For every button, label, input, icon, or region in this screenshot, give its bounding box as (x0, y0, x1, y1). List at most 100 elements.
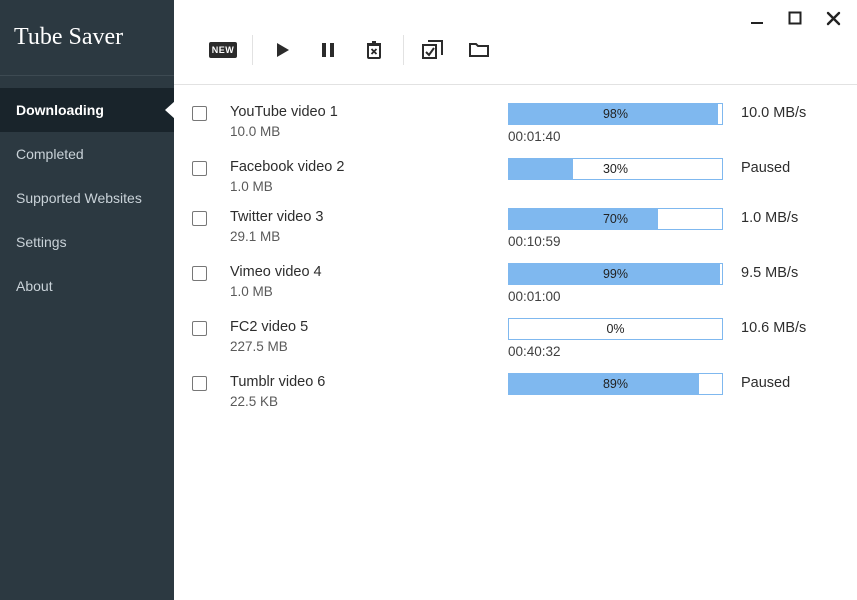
delete-button[interactable] (351, 32, 397, 68)
progress-bar: 70% (508, 208, 723, 230)
progress-bar: 99% (508, 263, 723, 285)
minimize-icon (750, 11, 764, 25)
window-controls (747, 8, 843, 28)
download-row: YouTube video 1 10.0 MB 98% 00:01:40 10.… (192, 103, 841, 144)
row-progress-cell: 0% 00:40:32 (508, 318, 733, 359)
row-checkbox-cell (192, 263, 222, 286)
download-row: Vimeo video 4 1.0 MB 99% 00:01:00 9.5 MB… (192, 263, 841, 304)
row-size: 227.5 MB (230, 339, 500, 354)
sidebar-item-completed[interactable]: Completed (0, 132, 174, 176)
row-progress-cell: 98% 00:01:40 (508, 103, 733, 144)
row-checkbox-cell (192, 318, 222, 341)
row-info: FC2 video 5 227.5 MB (230, 318, 500, 354)
maximize-button[interactable] (785, 8, 805, 28)
row-title: YouTube video 1 (230, 103, 500, 122)
row-info: Vimeo video 4 1.0 MB (230, 263, 500, 299)
row-title: FC2 video 5 (230, 318, 500, 337)
close-button[interactable] (823, 8, 843, 28)
row-status: 9.5 MB/s (741, 263, 841, 281)
app-root: Tube Saver Downloading Completed Support… (0, 0, 857, 600)
row-progress-cell: 30% (508, 158, 733, 180)
sidebar-nav: Downloading Completed Supported Websites… (0, 76, 174, 308)
progress-percent: 70% (509, 209, 722, 229)
sidebar-item-about[interactable]: About (0, 264, 174, 308)
download-row: Tumblr video 6 22.5 KB 89% Paused (192, 373, 841, 409)
minimize-button[interactable] (747, 8, 767, 28)
app-title: Tube Saver (0, 0, 174, 75)
download-row: FC2 video 5 227.5 MB 0% 00:40:32 10.6 MB… (192, 318, 841, 359)
row-progress-cell: 70% 00:10:59 (508, 208, 733, 249)
close-icon (826, 11, 841, 26)
progress-percent: 99% (509, 264, 722, 284)
progress-percent: 0% (509, 319, 722, 339)
new-badge-icon: NEW (209, 42, 238, 58)
row-eta: 00:10:59 (508, 234, 733, 249)
row-checkbox-cell (192, 103, 222, 126)
row-status: 10.0 MB/s (741, 103, 841, 121)
row-title: Twitter video 3 (230, 208, 500, 227)
maximize-icon (788, 11, 802, 25)
download-row: Twitter video 3 29.1 MB 70% 00:10:59 1.0… (192, 208, 841, 249)
main-area: NEW (174, 0, 857, 600)
sidebar: Tube Saver Downloading Completed Support… (0, 0, 174, 600)
row-size: 1.0 MB (230, 179, 500, 194)
sidebar-item-label: Completed (16, 146, 84, 162)
row-eta: 00:40:32 (508, 344, 733, 359)
downloads-list: YouTube video 1 10.0 MB 98% 00:01:40 10.… (174, 85, 857, 409)
progress-percent: 30% (509, 159, 722, 179)
row-checkbox-cell (192, 373, 222, 396)
progress-percent: 98% (509, 104, 722, 124)
progress-percent: 89% (509, 374, 722, 394)
folder-open-icon (468, 41, 490, 59)
row-checkbox[interactable] (192, 106, 207, 121)
row-progress-cell: 89% (508, 373, 733, 395)
pause-icon (319, 41, 337, 59)
sidebar-item-label: Supported Websites (16, 190, 142, 206)
row-status: Paused (741, 373, 841, 391)
progress-bar: 30% (508, 158, 723, 180)
row-size: 29.1 MB (230, 229, 500, 244)
row-checkbox-cell (192, 208, 222, 231)
pause-button[interactable] (305, 32, 351, 68)
row-info: Tumblr video 6 22.5 KB (230, 373, 500, 409)
sidebar-item-label: Downloading (16, 102, 104, 118)
check-multiple-icon (422, 40, 444, 60)
toolbar-separator (252, 35, 253, 65)
row-checkbox[interactable] (192, 321, 207, 336)
progress-bar: 98% (508, 103, 723, 125)
download-row: Facebook video 2 1.0 MB 30% Paused (192, 158, 841, 194)
row-eta: 00:01:40 (508, 129, 733, 144)
row-title: Vimeo video 4 (230, 263, 500, 282)
sidebar-item-settings[interactable]: Settings (0, 220, 174, 264)
row-status: 1.0 MB/s (741, 208, 841, 226)
row-status: 10.6 MB/s (741, 318, 841, 336)
play-icon (272, 40, 292, 60)
row-checkbox[interactable] (192, 161, 207, 176)
row-size: 10.0 MB (230, 124, 500, 139)
open-folder-button[interactable] (456, 32, 502, 68)
sidebar-item-downloading[interactable]: Downloading (0, 88, 174, 132)
row-size: 22.5 KB (230, 394, 500, 409)
sidebar-item-label: Settings (16, 234, 67, 250)
delete-icon (364, 40, 384, 60)
row-info: Twitter video 3 29.1 MB (230, 208, 500, 244)
select-all-button[interactable] (410, 32, 456, 68)
row-checkbox[interactable] (192, 211, 207, 226)
row-checkbox[interactable] (192, 376, 207, 391)
row-size: 1.0 MB (230, 284, 500, 299)
progress-bar: 0% (508, 318, 723, 340)
progress-bar: 89% (508, 373, 723, 395)
start-button[interactable] (259, 32, 305, 68)
row-title: Facebook video 2 (230, 158, 500, 177)
row-eta: 00:01:00 (508, 289, 733, 304)
sidebar-item-supported-websites[interactable]: Supported Websites (0, 176, 174, 220)
sidebar-item-label: About (16, 278, 53, 294)
row-checkbox[interactable] (192, 266, 207, 281)
row-progress-cell: 99% 00:01:00 (508, 263, 733, 304)
row-info: YouTube video 1 10.0 MB (230, 103, 500, 139)
toolbar-separator (403, 35, 404, 65)
new-download-button[interactable]: NEW (200, 32, 246, 68)
row-checkbox-cell (192, 158, 222, 181)
row-status: Paused (741, 158, 841, 176)
row-title: Tumblr video 6 (230, 373, 500, 392)
